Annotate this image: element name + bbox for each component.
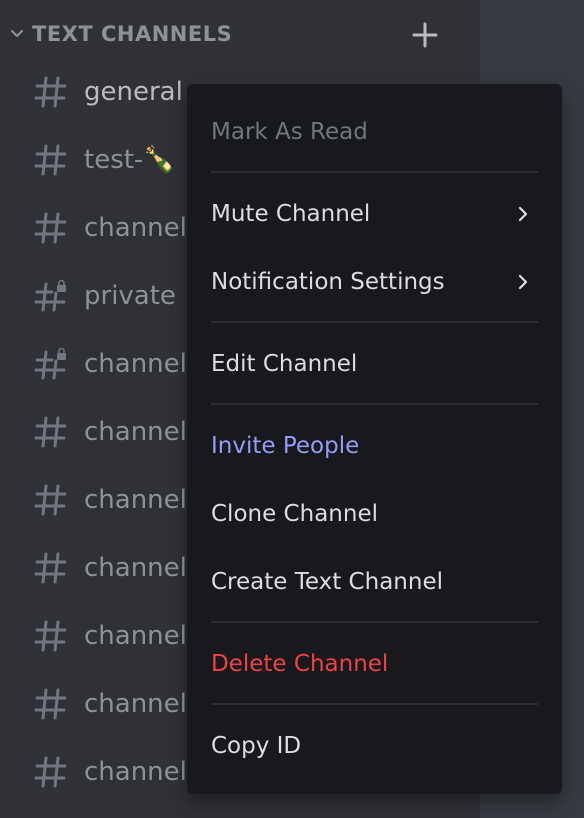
channel-name: channel	[84, 553, 187, 583]
menu-separator	[211, 403, 538, 405]
hash-icon	[34, 76, 67, 108]
menu-item-invite-people[interactable]: Invite People	[211, 418, 538, 474]
hash-lock-icon	[34, 279, 66, 312]
menu-separator	[211, 621, 538, 623]
hash-icon	[34, 416, 67, 448]
channel-name: channel	[84, 349, 187, 379]
channel-name: channel	[84, 213, 187, 243]
channel-name: general	[84, 77, 183, 107]
hash-icon	[34, 484, 67, 516]
menu-item-clone-channel[interactable]: Clone Channel	[211, 486, 538, 542]
channel-name: private	[84, 281, 176, 311]
channel-name: channel	[84, 689, 187, 719]
menu-item-label: Notification Settings	[211, 269, 445, 295]
category-text-channels[interactable]: TEXT CHANNELS	[8, 18, 458, 50]
menu-item-label: Delete Channel	[211, 651, 389, 677]
hash-icon	[34, 212, 67, 244]
menu-separator	[211, 703, 538, 705]
chevron-right-icon	[518, 206, 528, 222]
channel-name: channel	[84, 621, 187, 651]
hash-icon	[34, 620, 67, 652]
menu-item-copy-id[interactable]: Copy ID	[211, 718, 538, 774]
chevron-right-icon	[518, 274, 528, 290]
category-label: TEXT CHANNELS	[32, 22, 233, 46]
menu-item-notification-settings[interactable]: Notification Settings	[211, 254, 538, 310]
hash-lock-icon	[34, 347, 66, 380]
menu-item-mark-as-read[interactable]: Mark As Read	[211, 104, 538, 160]
menu-item-label: Mute Channel	[211, 201, 371, 227]
chevron-down-icon	[10, 29, 24, 38]
channel-name: channel	[84, 485, 187, 515]
hash-icon	[34, 144, 67, 176]
menu-item-label: Create Text Channel	[211, 569, 443, 595]
channel-context-menu: Mark As Read Mute Channel Notification S…	[187, 84, 562, 794]
menu-item-mute-channel[interactable]: Mute Channel	[211, 186, 538, 242]
menu-item-label: Edit Channel	[211, 351, 358, 377]
plus-icon[interactable]	[410, 20, 440, 50]
menu-item-label: Clone Channel	[211, 501, 378, 527]
channel-name: channel	[84, 417, 187, 447]
menu-item-edit-channel[interactable]: Edit Channel	[211, 336, 538, 392]
channel-name: test-🍾	[84, 145, 176, 175]
hash-icon	[34, 552, 67, 584]
hash-icon	[34, 756, 67, 788]
menu-item-label: Copy ID	[211, 733, 302, 759]
hash-icon	[34, 688, 67, 720]
menu-item-label: Invite People	[211, 433, 360, 459]
menu-item-delete-channel[interactable]: Delete Channel	[211, 636, 538, 692]
menu-item-label: Mark As Read	[211, 119, 368, 145]
channel-name: channel	[84, 757, 187, 787]
menu-item-create-text-channel[interactable]: Create Text Channel	[211, 554, 538, 610]
menu-separator	[211, 171, 538, 173]
menu-separator	[211, 321, 538, 323]
